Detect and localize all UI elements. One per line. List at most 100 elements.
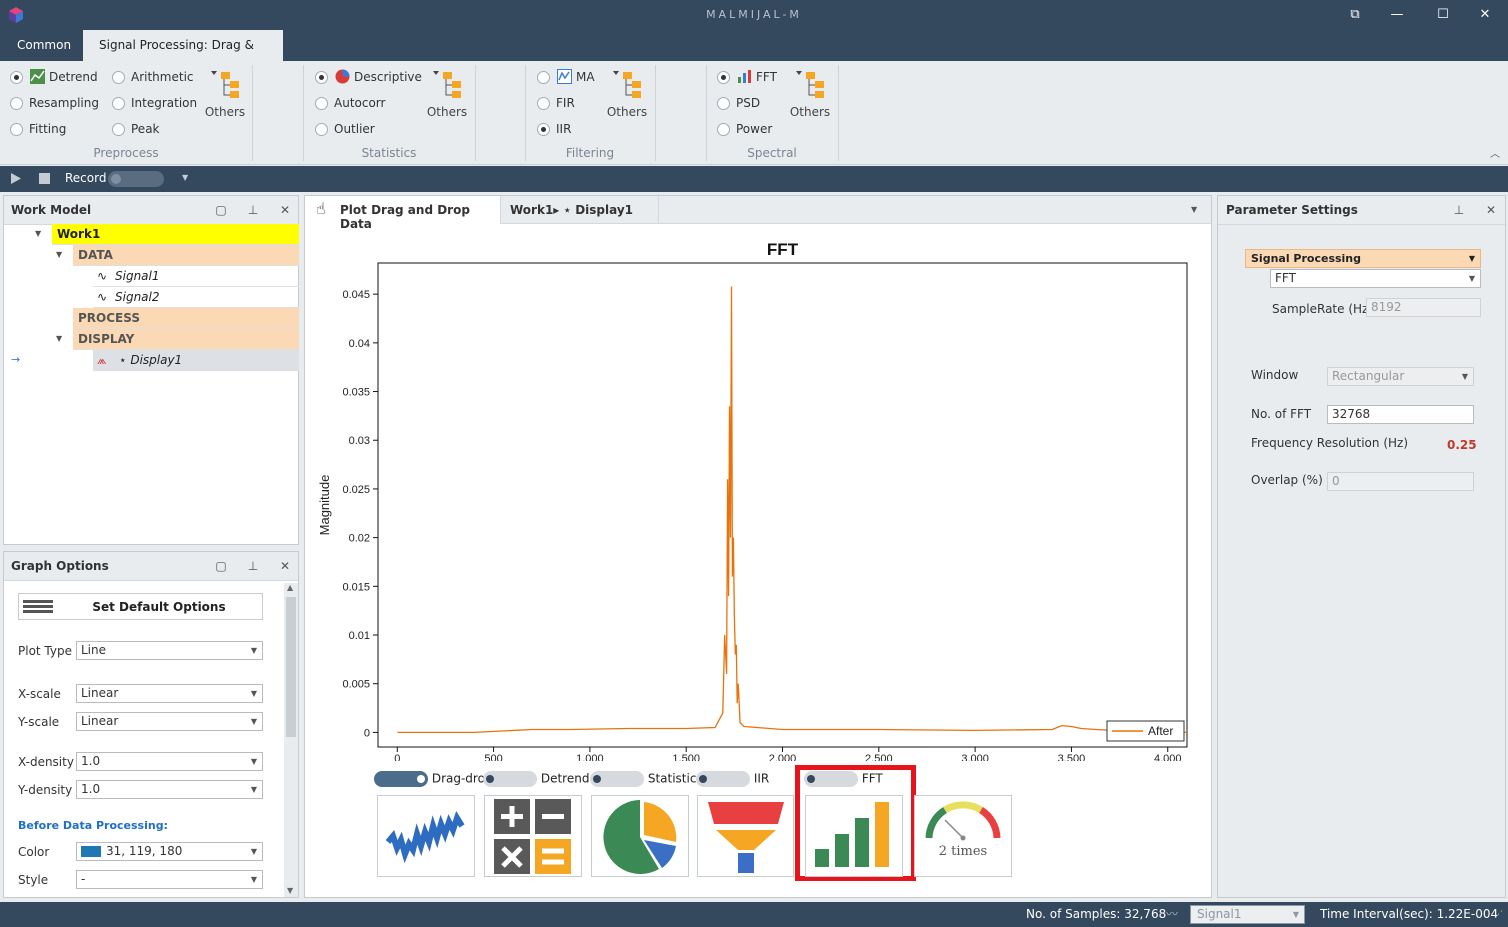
tree-node-data[interactable]: DATA <box>73 245 299 266</box>
tree-menu-icon <box>610 69 644 99</box>
window-select[interactable]: Rectangular ▼ <box>1327 367 1474 386</box>
tile-calculator[interactable] <box>484 795 582 877</box>
tab-work1-display1[interactable]: Work1▸ ⋆ Display1 <box>502 196 659 224</box>
resize-grip-icon[interactable]: ⋰ <box>1494 910 1503 920</box>
chevron-down-icon: ▼ <box>250 689 257 698</box>
radio-fitting[interactable]: Fitting <box>10 120 66 138</box>
gauge-count: 2 times <box>938 844 988 859</box>
record-dropdown-icon[interactable]: ▼ <box>182 173 188 182</box>
maximize-button[interactable]: ☐ <box>1432 6 1454 24</box>
ydensity-select[interactable]: 1.0 ▼ <box>76 780 263 799</box>
panel-close-icon[interactable]: ✕ <box>278 203 292 217</box>
panel-close-icon[interactable]: ✕ <box>278 559 292 573</box>
tile-drag-drop[interactable] <box>377 795 475 877</box>
radio-psd[interactable]: PSD <box>717 94 760 112</box>
close-button[interactable]: ✕ <box>1474 6 1496 24</box>
radio-peak[interactable]: Peak <box>112 120 160 138</box>
signal-select[interactable]: Signal1 ▼ <box>1190 905 1305 924</box>
radio-autocorr[interactable]: Autocorr <box>315 94 385 112</box>
style-select[interactable]: - ▼ <box>76 870 263 889</box>
tab-plot-drag-drop[interactable]: ☝ Plot Drag and Drop Data <box>305 196 501 231</box>
others-spectral-button[interactable]: Others <box>788 69 832 119</box>
tile-filter[interactable] <box>697 795 794 877</box>
toggle-drag-drop[interactable]: Drag-dro <box>374 771 485 787</box>
others-filtering-button[interactable]: Others <box>605 69 649 119</box>
samplerate-label: SampleRate (Hz) <box>1272 302 1374 316</box>
tile-gauge[interactable]: 2 times <box>914 795 1012 877</box>
pin-icon[interactable]: ⊥ <box>246 203 260 217</box>
record-toggle[interactable] <box>108 171 164 187</box>
tree-node-display[interactable]: DISPLAY <box>73 329 299 350</box>
pin-icon[interactable]: ⊥ <box>246 559 260 573</box>
time-interval: Time Interval(sec): 1.22E-004 <box>1320 907 1499 921</box>
tree-menu-icon <box>430 69 464 99</box>
radio-arithmetic[interactable]: Arithmetic <box>112 68 194 86</box>
plot-type-label: Plot Type <box>18 644 72 658</box>
group-label-preprocess: Preprocess <box>93 146 159 160</box>
tree-expand-icon[interactable]: ▼ <box>56 334 62 343</box>
radio-power[interactable]: Power <box>717 120 772 138</box>
chevron-down-icon: ▼ <box>250 875 257 884</box>
tile-statistics[interactable] <box>591 795 689 877</box>
play-icon[interactable] <box>10 172 22 188</box>
tree-node-signal2[interactable]: ∿ Signal2 <box>93 287 299 308</box>
tab-signal-processing[interactable]: Signal Processing: Drag & Drop <box>83 30 283 83</box>
freq-resolution-label: Frequency Resolution (Hz) <box>1251 436 1409 450</box>
radio-fir[interactable]: FIR <box>537 94 575 112</box>
restore-layout-icon[interactable]: ⧉ <box>1344 6 1366 24</box>
radio-detrend[interactable]: Detrend <box>10 68 98 86</box>
tree-node-signal1[interactable]: ∿ Signal1 <box>93 266 299 287</box>
stop-icon[interactable] <box>39 173 50 184</box>
plot-type-select[interactable]: Line ▼ <box>76 641 263 660</box>
tree-expand-icon[interactable]: ▼ <box>35 229 41 238</box>
xscale-select[interactable]: Linear ▼ <box>76 684 263 703</box>
x-tick-label: 4,000 <box>1154 753 1182 761</box>
radio-resampling[interactable]: Resampling <box>10 94 99 112</box>
tab-list-dropdown-icon[interactable]: ▼ <box>1191 205 1197 214</box>
chevron-down-icon: ▼ <box>1461 372 1468 381</box>
chevron-down-icon: ▼ <box>1292 910 1299 919</box>
current-arrow-icon: → <box>11 353 21 366</box>
x-tick-label: 1,500 <box>672 753 700 761</box>
color-select[interactable]: 31, 119, 180 ▼ <box>76 842 263 861</box>
tree-node-display1[interactable]: ⩕ ⋆ Display1 <box>93 350 299 371</box>
toggle-iir[interactable]: IIR <box>696 771 769 787</box>
tree-expand-icon[interactable]: ▼ <box>56 250 62 259</box>
category-select[interactable]: Signal Processing ▼ <box>1245 249 1481 268</box>
samplerate-field[interactable]: 8192 <box>1366 298 1481 317</box>
nfft-label: No. of FFT <box>1251 407 1312 421</box>
nfft-input[interactable]: 32768 <box>1327 405 1474 424</box>
ydensity-label: Y-density <box>18 783 73 797</box>
radio-ma[interactable]: MA <box>537 68 595 86</box>
toggle-statistics[interactable]: Statistics <box>590 771 703 787</box>
toggle-detrend[interactable]: Detrend <box>483 771 589 787</box>
collapse-ribbon-icon[interactable]: ︿ <box>1490 145 1500 160</box>
radio-iir[interactable]: IIR <box>537 120 571 138</box>
others-preprocess-button[interactable]: Others <box>203 69 247 119</box>
radio-descriptive[interactable]: Descriptive <box>315 68 422 86</box>
others-statistics-button[interactable]: Others <box>425 69 469 119</box>
x-tick-label: 3,500 <box>1058 753 1086 761</box>
radio-integration[interactable]: Integration <box>112 94 197 112</box>
pin-icon[interactable]: ⊥ <box>1452 203 1466 217</box>
radio-fft[interactable]: FFT <box>717 68 777 86</box>
document-area: ☝ Plot Drag and Drop Data Work1▸ ⋆ Displ… <box>304 195 1212 898</box>
y-tick-label: 0.035 <box>342 387 370 399</box>
method-select[interactable]: FFT ▼ <box>1270 269 1481 288</box>
tree-node-process[interactable]: PROCESS <box>73 308 299 329</box>
float-icon[interactable]: ▢ <box>214 559 228 573</box>
radio-outlier[interactable]: Outlier <box>315 120 375 138</box>
set-default-options-button[interactable]: Set Default Options <box>18 593 263 620</box>
panel-close-icon[interactable]: ✕ <box>1484 203 1498 217</box>
overlap-input[interactable]: 0 <box>1327 472 1474 491</box>
tree-node-work1[interactable]: Work1 <box>52 224 299 245</box>
work-model-panel: Work Model ▢ ⊥ ✕ ▼ Work1 ▼ DATA ∿ Signal1… <box>3 195 299 545</box>
yscale-select[interactable]: Linear ▼ <box>76 712 263 731</box>
xdensity-select[interactable]: 1.0 ▼ <box>76 752 263 771</box>
float-icon[interactable]: ▢ <box>214 203 228 217</box>
tile-fft[interactable] <box>805 795 903 877</box>
tab-common[interactable]: Common <box>1 30 87 61</box>
chevron-down-icon: ▼ <box>1468 274 1475 283</box>
minimize-button[interactable]: — <box>1386 6 1408 24</box>
scrollbar[interactable]: ▲ ▼ <box>284 583 298 897</box>
